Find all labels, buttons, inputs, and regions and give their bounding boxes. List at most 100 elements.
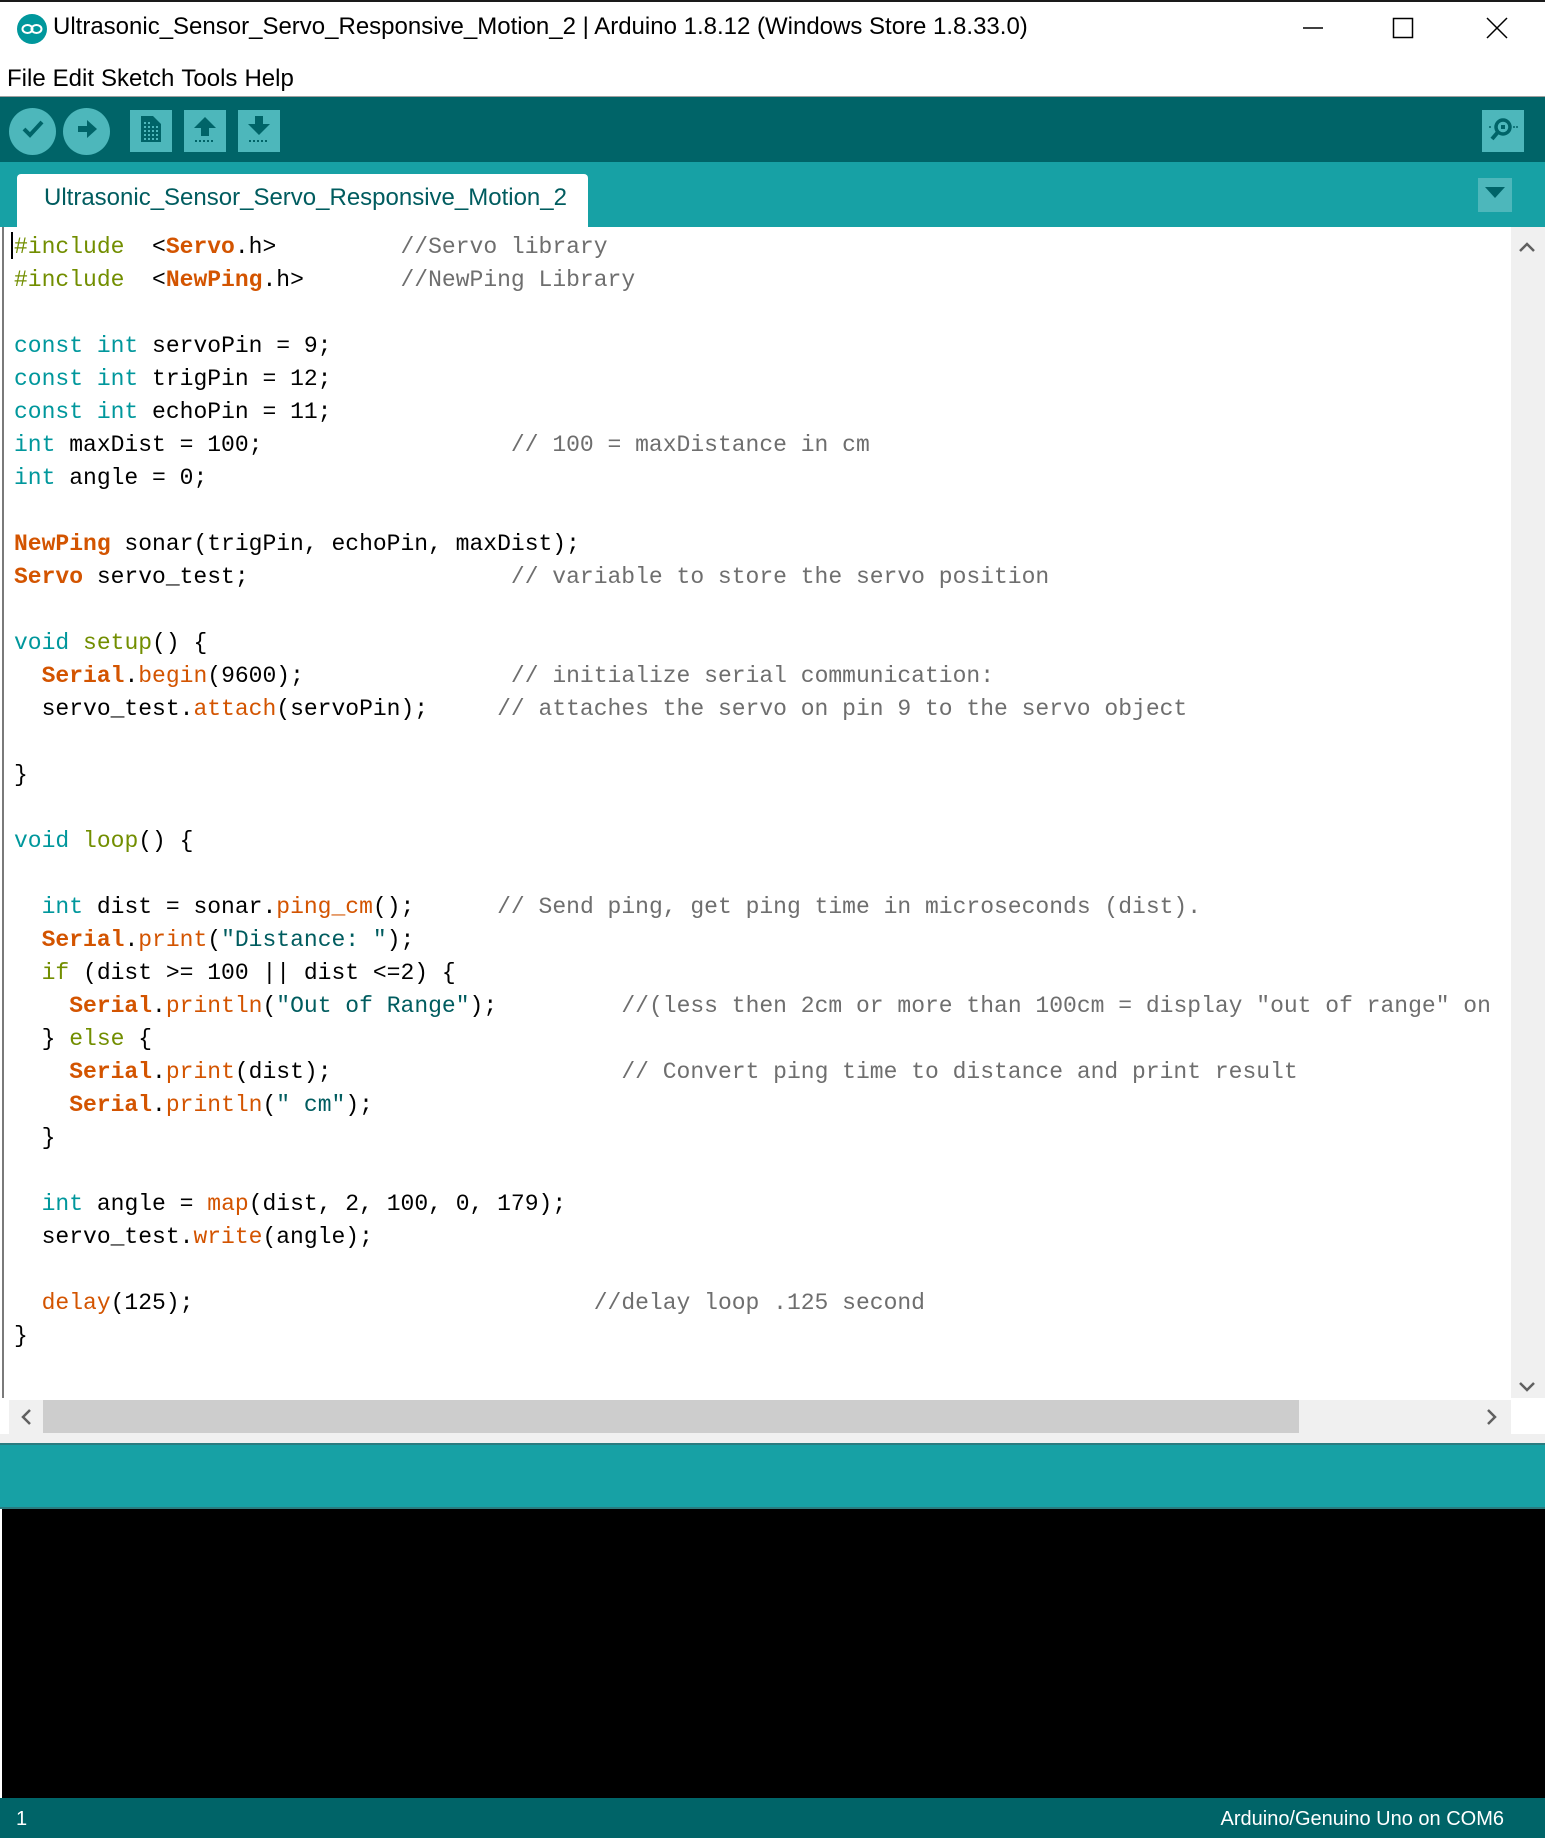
code-token: if xyxy=(41,960,70,986)
code-line: #include <NewPing.h> //NewPing Library xyxy=(14,264,1491,297)
code-token: // Convert ping time to distance and pri… xyxy=(621,1059,1298,1085)
code-line: servo_test.attach(servoPin); // attaches… xyxy=(14,693,1491,726)
code-token: (dist); xyxy=(234,1059,622,1085)
code-token: print xyxy=(138,927,208,953)
scroll-up-arrow[interactable] xyxy=(1518,234,1536,258)
code-token: () { xyxy=(152,630,208,656)
code-token: ( xyxy=(207,927,222,953)
code-token: . xyxy=(152,1059,166,1085)
maximize-button[interactable] xyxy=(1358,0,1448,60)
code-token: NewPing xyxy=(14,531,111,557)
code-line: Servo servo_test; // variable to store t… xyxy=(14,561,1491,594)
code-line: Serial.begin(9600); // initialize serial… xyxy=(14,660,1491,693)
new-file-icon xyxy=(138,114,164,149)
code-token: // 100 = maxDistance in cm xyxy=(510,432,870,458)
code-token: } xyxy=(14,1026,70,1052)
code-line: int angle = map(dist, 2, 100, 0, 179); xyxy=(14,1188,1491,1221)
code-token: void xyxy=(14,630,70,656)
code-token: . xyxy=(152,993,166,1019)
close-icon xyxy=(1486,16,1508,44)
serial-monitor-button[interactable] xyxy=(1482,110,1524,152)
code-line: int dist = sonar.ping_cm(); // Send ping… xyxy=(14,891,1491,924)
code-editor[interactable]: #include <Servo.h> //Servo library #inclu… xyxy=(2,227,1513,1398)
code-token: const xyxy=(14,366,84,392)
message-area xyxy=(0,1443,1545,1509)
code-token: // variable to store the servo position xyxy=(510,564,1050,590)
code-token: servo_test. xyxy=(14,696,194,722)
code-token: ping_cm xyxy=(276,894,373,920)
code-line: Serial.print("Distance: "); xyxy=(14,924,1491,957)
code-token: (dist, 2, 100, 0, 179); xyxy=(248,1191,567,1217)
code-token: trigPin = 12; xyxy=(138,366,332,392)
horizontal-scroll-thumb[interactable] xyxy=(43,1400,1299,1433)
check-icon xyxy=(20,116,46,147)
code-token: angle = 0; xyxy=(55,465,208,491)
code-content: #include <Servo.h> //Servo library #inclu… xyxy=(14,231,1491,1353)
code-token: sonar(trigPin, echoPin, maxDist); xyxy=(110,531,580,557)
code-token: //(less then 2cm or more than 100cm = di… xyxy=(621,993,1491,1019)
code-token: ); xyxy=(345,1092,373,1118)
code-token: else xyxy=(69,1026,125,1052)
code-token: int xyxy=(14,465,56,491)
code-token: // attaches the servo on pin 9 to the se… xyxy=(497,696,1188,722)
code-token: delay xyxy=(41,1290,111,1316)
menu-help[interactable]: Help xyxy=(244,62,293,96)
code-token: (125); xyxy=(110,1290,594,1316)
code-token: .h> xyxy=(262,267,401,293)
chevron-up-icon xyxy=(1518,234,1536,258)
code-token: // Send ping, get ping time in microseco… xyxy=(497,894,1202,920)
code-token: write xyxy=(193,1224,263,1250)
menu-items: File Edit Sketch Tools Help xyxy=(7,62,301,96)
vertical-scrollbar[interactable] xyxy=(1511,227,1545,1398)
save-button[interactable] xyxy=(238,110,280,152)
menu-file[interactable]: File xyxy=(7,62,46,96)
console-output[interactable] xyxy=(2,1509,1545,1798)
upload-button[interactable] xyxy=(63,108,110,155)
code-token: int xyxy=(41,894,84,920)
scroll-down-arrow[interactable] xyxy=(1518,1374,1536,1398)
code-line: void loop() { xyxy=(14,825,1491,858)
toolbar xyxy=(0,97,1545,162)
scroll-left-arrow[interactable] xyxy=(20,1408,32,1431)
minimize-button[interactable] xyxy=(1268,0,1358,60)
maximize-icon xyxy=(1392,17,1414,44)
code-token: (dist >= 100 || dist <=2) { xyxy=(69,960,456,986)
code-token: < xyxy=(124,267,166,293)
code-token: { xyxy=(124,1026,153,1052)
open-button[interactable] xyxy=(184,110,226,152)
code-token: echoPin = 11; xyxy=(138,399,332,425)
close-button[interactable] xyxy=(1452,0,1542,60)
code-token: Serial xyxy=(41,663,125,689)
verify-button[interactable] xyxy=(9,108,56,155)
code-line: const int servoPin = 9; xyxy=(14,330,1491,363)
menu-tools[interactable]: Tools xyxy=(181,62,237,96)
code-line: void setup() { xyxy=(14,627,1491,660)
tab-menu-button[interactable] xyxy=(1478,178,1512,212)
chevron-down-icon xyxy=(1518,1374,1536,1398)
menu-sketch[interactable]: Sketch xyxy=(101,62,174,96)
code-token: //NewPing Library xyxy=(400,267,636,293)
code-token: loop xyxy=(83,828,139,854)
scroll-right-arrow[interactable] xyxy=(1486,1408,1498,1431)
code-token: int xyxy=(41,1191,84,1217)
code-token: (9600); xyxy=(207,663,511,689)
code-token: dist = sonar. xyxy=(83,894,277,920)
code-token: //Servo library xyxy=(400,234,608,260)
code-line: Serial.println(" cm"); xyxy=(14,1089,1491,1122)
code-token: int xyxy=(96,366,139,392)
code-token: NewPing xyxy=(165,267,263,293)
new-button[interactable] xyxy=(130,110,172,152)
menu-edit[interactable]: Edit xyxy=(53,62,94,96)
code-token: " cm" xyxy=(276,1092,346,1118)
